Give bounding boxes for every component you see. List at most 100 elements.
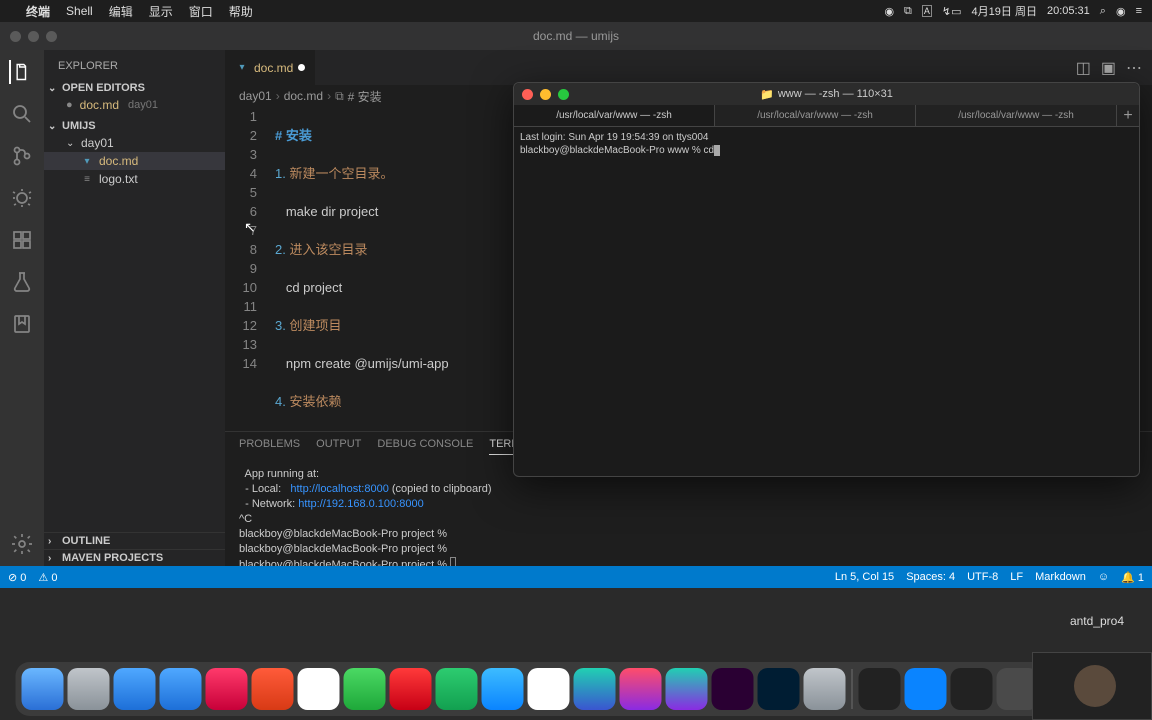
extensions-icon[interactable] <box>10 228 34 252</box>
dock-settings[interactable] <box>804 668 846 710</box>
dock-youdao[interactable] <box>252 668 294 710</box>
dock-vscode[interactable] <box>905 668 947 710</box>
status-bell[interactable]: 🔔 1 <box>1121 571 1144 584</box>
maven-header[interactable]: › MAVEN PROJECTS <box>44 549 225 566</box>
menubar-view[interactable]: 显示 <box>149 3 173 20</box>
editor-tab[interactable]: ▾ doc.md <box>225 50 316 85</box>
dock-premiere[interactable] <box>712 668 754 710</box>
dock-iqiyi[interactable] <box>436 668 478 710</box>
status-cursor[interactable]: Ln 5, Col 15 <box>835 571 894 583</box>
menubar-date: 4月19日 周日 <box>972 3 1037 19</box>
dock-chrome[interactable] <box>528 668 570 710</box>
minimize-icon[interactable] <box>28 31 39 42</box>
status-encoding[interactable]: UTF-8 <box>967 571 998 583</box>
source-control-icon[interactable] <box>10 144 34 168</box>
editor-tab-bar: ▾ doc.md ◫ ▣ ⋯ <box>225 50 1152 85</box>
close-icon[interactable] <box>522 89 533 100</box>
webcam-overlay <box>1032 652 1152 720</box>
dock-webstorm[interactable] <box>574 668 616 710</box>
modified-dot-icon <box>298 64 305 71</box>
terminal-titlebar[interactable]: 📁 www — -zsh — 110×31 <box>514 83 1139 105</box>
menubar-help[interactable]: 帮助 <box>229 3 253 20</box>
dock-photoshop[interactable] <box>758 668 800 710</box>
terminal-tab-1[interactable]: /usr/local/var/www — -zsh <box>514 105 715 126</box>
terminal-tabs: /usr/local/var/www — -zsh /usr/local/var… <box>514 105 1139 127</box>
test-icon[interactable] <box>10 270 34 294</box>
overlay-label: antd_pro4 <box>1070 614 1124 628</box>
notif-icon[interactable]: ≡ <box>1136 5 1142 17</box>
bookmark-icon[interactable] <box>10 312 34 336</box>
terminal-tab-3[interactable]: /usr/local/var/www — -zsh <box>916 105 1117 126</box>
window-title: doc.md — umijs <box>533 29 619 43</box>
status-errors[interactable]: ⊘ 0 <box>8 571 26 584</box>
tab-debug-console[interactable]: DEBUG CONSOLE <box>377 438 473 455</box>
open-editors-header[interactable]: ⌄ OPEN EDITORS <box>44 80 225 96</box>
screencast-icon[interactable]: ◉ <box>884 5 894 18</box>
dock-qq[interactable] <box>298 668 340 710</box>
dock-intellij[interactable] <box>620 668 662 710</box>
chevron-down-icon: ⌄ <box>66 138 76 149</box>
dock-obs[interactable] <box>951 668 993 710</box>
settings-icon[interactable] <box>10 532 34 556</box>
terminal-title: www — -zsh — 110×31 <box>778 88 893 100</box>
dock-terminal[interactable] <box>859 668 901 710</box>
macos-menubar: 终端 Shell 编辑 显示 窗口 帮助 ◉ ⧉ A ↯▭ 4月19日 周日 2… <box>0 0 1152 22</box>
status-eol[interactable]: LF <box>1010 571 1023 583</box>
status-lang[interactable]: Markdown <box>1035 571 1086 583</box>
add-tab-button[interactable]: + <box>1117 105 1139 126</box>
dock-netease[interactable] <box>390 668 432 710</box>
markdown-icon: ▾ <box>80 154 94 168</box>
dock-safari[interactable] <box>160 668 202 710</box>
line-gutter: 1 2 3 4 5 6 7 8 9 10 11 12 13 14 <box>225 107 275 431</box>
chevron-right-icon: › <box>48 553 58 564</box>
cursor-block <box>714 145 720 156</box>
file-item-doc[interactable]: ▾ doc.md <box>44 152 225 170</box>
outline-header[interactable]: › OUTLINE <box>44 532 225 549</box>
layout-icon[interactable]: ▣ <box>1101 58 1116 78</box>
more-icon[interactable]: ⋯ <box>1126 58 1142 78</box>
menubar-edit[interactable]: 编辑 <box>109 3 133 20</box>
dock-finder[interactable] <box>22 668 64 710</box>
file-item-logo[interactable]: ≡ logo.txt <box>44 170 225 188</box>
terminal-tab-2[interactable]: /usr/local/var/www — -zsh <box>715 105 916 126</box>
maximize-icon[interactable] <box>558 89 569 100</box>
dock-wechat[interactable] <box>344 668 386 710</box>
dock-appstore[interactable] <box>482 668 524 710</box>
terminal-body[interactable]: Last login: Sun Apr 19 19:54:39 on ttys0… <box>514 127 1139 476</box>
explorer-icon[interactable] <box>9 60 33 84</box>
terminal-window[interactable]: 📁 www — -zsh — 110×31 /usr/local/var/www… <box>513 82 1140 477</box>
menubar-app[interactable]: 终端 <box>26 3 50 20</box>
wifi-icon[interactable]: ⧉ <box>904 5 912 18</box>
status-warnings[interactable]: ⚠ 0 <box>38 571 57 584</box>
spotlight-icon[interactable]: ⌕ <box>1100 5 1106 18</box>
siri-icon[interactable]: ◉ <box>1116 5 1126 18</box>
status-spaces[interactable]: Spaces: 4 <box>906 571 955 583</box>
debug-icon[interactable] <box>10 186 34 210</box>
status-bar: ⊘ 0 ⚠ 0 Ln 5, Col 15 Spaces: 4 UTF-8 LF … <box>0 566 1152 588</box>
minimize-icon[interactable] <box>540 89 551 100</box>
activity-bar <box>0 50 44 566</box>
explorer-title: EXPLORER <box>44 50 225 78</box>
dock-datagrip[interactable] <box>666 668 708 710</box>
close-icon[interactable] <box>10 31 21 42</box>
project-header[interactable]: ⌄ UMIJS <box>44 118 225 134</box>
text-file-icon: ≡ <box>80 172 94 186</box>
split-editor-icon[interactable]: ◫ <box>1076 58 1091 78</box>
dock-notes[interactable] <box>114 668 156 710</box>
maximize-icon[interactable] <box>46 31 57 42</box>
dock-launchpad[interactable] <box>68 668 110 710</box>
tab-output[interactable]: OUTPUT <box>316 438 361 455</box>
search-icon[interactable] <box>10 102 34 126</box>
folder-item[interactable]: ⌄ day01 <box>44 134 225 152</box>
tab-problems[interactable]: PROBLEMS <box>239 438 300 455</box>
vscode-titlebar[interactable]: doc.md — umijs <box>0 22 1152 50</box>
chevron-down-icon: ⌄ <box>48 83 58 94</box>
ime-icon[interactable]: A <box>922 5 932 17</box>
menubar-window[interactable]: 窗口 <box>189 3 213 20</box>
menubar-shell[interactable]: Shell <box>66 4 93 18</box>
open-editor-item[interactable]: ● doc.md day01 <box>44 96 225 114</box>
close-icon[interactable]: ● <box>66 99 73 111</box>
dock-douyin[interactable] <box>206 668 248 710</box>
battery-icon[interactable]: ↯▭ <box>942 5 962 18</box>
status-feedback-icon[interactable]: ☺ <box>1098 571 1109 583</box>
